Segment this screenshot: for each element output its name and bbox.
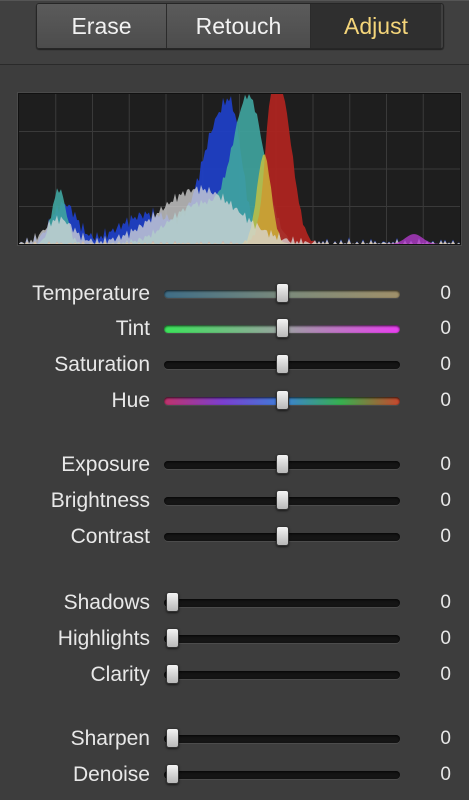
- saturation-slider-thumb[interactable]: [276, 354, 289, 374]
- sharpen-slider-track[interactable]: [164, 728, 400, 748]
- slider-row-hue: Hue 0: [0, 386, 469, 416]
- hue-value: 0: [440, 390, 451, 411]
- temperature-slider-thumb[interactable]: [276, 283, 289, 303]
- brightness-slider-thumb[interactable]: [276, 490, 289, 510]
- slider-row-clarity: Clarity 0: [0, 660, 469, 690]
- tab-retouch[interactable]: Retouch: [167, 4, 311, 48]
- hue-label: Hue: [111, 389, 150, 412]
- highlights-slider-track[interactable]: [164, 628, 400, 648]
- shadows-value: 0: [440, 592, 451, 613]
- denoise-slider-track[interactable]: [164, 764, 400, 784]
- histogram-graph: [19, 94, 460, 244]
- sharpen-slider-thumb[interactable]: [166, 728, 179, 748]
- saturation-label: Saturation: [54, 353, 150, 376]
- exposure-label: Exposure: [61, 453, 150, 476]
- slider-row-brightness: Brightness 0: [0, 486, 469, 516]
- exposure-value: 0: [440, 454, 451, 475]
- contrast-label: Contrast: [70, 525, 150, 548]
- denoise-label: Denoise: [72, 763, 150, 786]
- exposure-slider-track[interactable]: [164, 454, 400, 474]
- slider-row-sharpen: Sharpen 0: [0, 724, 469, 754]
- sharpen-value: 0: [440, 728, 451, 749]
- histogram: [18, 93, 461, 245]
- slider-row-contrast: Contrast 0: [0, 522, 469, 552]
- contrast-slider-track[interactable]: [164, 526, 400, 546]
- saturation-slider-track[interactable]: [164, 354, 400, 374]
- sharpen-label: Sharpen: [70, 727, 150, 750]
- clarity-slider-track[interactable]: [164, 664, 400, 684]
- temperature-slider-track[interactable]: [164, 283, 400, 303]
- top-toolbar: Erase Retouch Adjust: [0, 0, 469, 65]
- saturation-value: 0: [440, 354, 451, 375]
- tint-value: 0: [440, 318, 451, 339]
- slider-row-highlights: Highlights 0: [0, 624, 469, 654]
- shadows-slider-track[interactable]: [164, 592, 400, 612]
- clarity-value: 0: [440, 664, 451, 685]
- tab-adjust[interactable]: Adjust: [311, 4, 441, 48]
- tint-slider-thumb[interactable]: [276, 318, 289, 338]
- contrast-value: 0: [440, 526, 451, 547]
- shadows-slider-thumb[interactable]: [166, 592, 179, 612]
- shadows-label: Shadows: [63, 591, 150, 614]
- slider-row-temperature: Temperature 0: [0, 279, 469, 309]
- slider-row-tint: Tint 0: [0, 314, 469, 344]
- temperature-label: Temperature: [32, 282, 150, 305]
- clarity-slider-thumb[interactable]: [166, 664, 179, 684]
- brightness-slider-track[interactable]: [164, 490, 400, 510]
- highlights-label: Highlights: [57, 627, 150, 650]
- highlights-slider-thumb[interactable]: [166, 628, 179, 648]
- mode-segmented-control: Erase Retouch Adjust: [36, 3, 444, 49]
- highlights-value: 0: [440, 628, 451, 649]
- denoise-value: 0: [440, 764, 451, 785]
- slider-row-exposure: Exposure 0: [0, 450, 469, 480]
- hue-slider-track[interactable]: [164, 390, 400, 410]
- clarity-label: Clarity: [90, 663, 150, 686]
- slider-row-denoise: Denoise 0: [0, 760, 469, 790]
- brightness-label: Brightness: [50, 489, 150, 512]
- hue-slider-thumb[interactable]: [276, 390, 289, 410]
- tab-erase[interactable]: Erase: [37, 4, 167, 48]
- slider-row-shadows: Shadows 0: [0, 588, 469, 618]
- temperature-value: 0: [440, 283, 451, 304]
- tint-label: Tint: [115, 317, 150, 340]
- brightness-value: 0: [440, 490, 451, 511]
- exposure-slider-thumb[interactable]: [276, 454, 289, 474]
- slider-row-saturation: Saturation 0: [0, 350, 469, 380]
- contrast-slider-thumb[interactable]: [276, 526, 289, 546]
- tint-slider-track[interactable]: [164, 318, 400, 338]
- denoise-slider-thumb[interactable]: [166, 764, 179, 784]
